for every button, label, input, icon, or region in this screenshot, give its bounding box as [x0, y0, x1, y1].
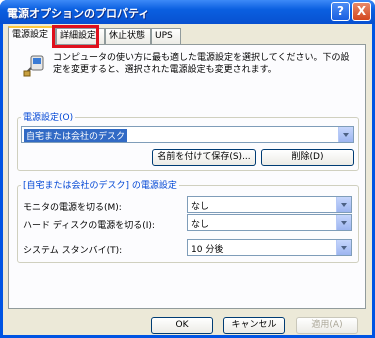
- tab-power-schemes[interactable]: 電源設定: [8, 26, 56, 45]
- apply-button[interactable]: 適用(A): [296, 317, 358, 334]
- scheme-select[interactable]: 自宅または会社のデスク: [21, 126, 354, 143]
- monitor-off-value: なし: [191, 202, 210, 212]
- disk-off-select[interactable]: なし: [187, 214, 352, 231]
- highlight-box: [52, 25, 99, 48]
- title-bar[interactable]: 電源オプションのプロパティ ? X: [0, 0, 375, 24]
- standby-select[interactable]: 10 分後: [187, 239, 352, 256]
- chevron-down-icon[interactable]: [336, 215, 351, 230]
- chevron-down-icon[interactable]: [336, 240, 351, 255]
- settings-group-label: [自宅または会社のデスク] の電源設定: [21, 178, 179, 191]
- tab-panel: コンピュータの使い方に最も適した電源設定を選択してください。下の設定を変更すると…: [8, 44, 366, 309]
- standby-value: 10 分後: [191, 245, 224, 255]
- scheme-label: 電源設定(O): [21, 110, 76, 123]
- tab-hibernate[interactable]: 休止状態: [105, 28, 151, 44]
- save-as-button[interactable]: 名前を付けて保存(S)...: [152, 149, 256, 166]
- chevron-down-icon[interactable]: [336, 197, 351, 212]
- dialog-window: 電源オプションのプロパティ ? X 電源設定 詳細設定 休止状態 UPS コンピ…: [0, 0, 375, 338]
- ok-button[interactable]: OK: [151, 317, 213, 334]
- disk-off-label: ハード ディスクの電源を切る(I):: [23, 221, 155, 231]
- help-button[interactable]: ?: [331, 2, 350, 21]
- cancel-button[interactable]: キャンセル: [223, 317, 285, 334]
- standby-label: システム スタンバイ(T):: [23, 246, 123, 256]
- monitor-off-label: モニタの電源を切る(M):: [23, 203, 122, 213]
- tab-ups[interactable]: UPS: [151, 28, 181, 44]
- window-title: 電源オプションのプロパティ: [7, 7, 150, 20]
- dialog-client-area: 電源設定 詳細設定 休止状態 UPS コンピュータの使い方に最も適した電源設定を…: [3, 24, 372, 335]
- disk-off-value: なし: [191, 220, 210, 230]
- description-text: コンピュータの使い方に最も適した電源設定を選択してください。下の設定を変更すると…: [53, 53, 350, 75]
- monitor-off-select[interactable]: なし: [187, 196, 352, 213]
- chevron-down-icon[interactable]: [338, 127, 353, 142]
- close-button[interactable]: X: [352, 2, 371, 21]
- power-plug-icon: [23, 55, 44, 77]
- delete-button[interactable]: 削除(D): [261, 149, 354, 166]
- scheme-select-value: 自宅または会社のデスク: [24, 129, 128, 142]
